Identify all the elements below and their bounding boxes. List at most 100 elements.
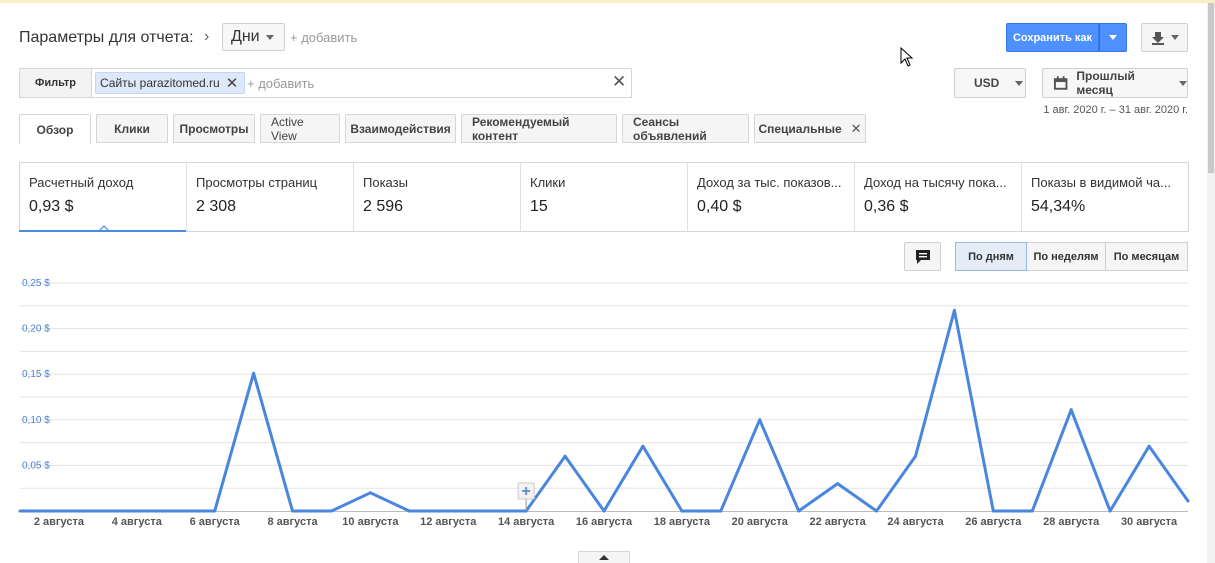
tab-active-view[interactable]: Active View bbox=[260, 114, 340, 143]
data-point[interactable] bbox=[291, 509, 295, 513]
tab-recommended-content[interactable]: Рекомендуемый контент bbox=[461, 114, 617, 143]
comment-icon bbox=[915, 249, 930, 264]
date-range-select[interactable]: Прошлый месяц bbox=[1042, 68, 1188, 98]
currency-select[interactable]: USD bbox=[954, 68, 1026, 98]
data-point[interactable] bbox=[952, 308, 956, 312]
collapse-chart-button[interactable] bbox=[578, 551, 630, 563]
annotations-button[interactable] bbox=[904, 242, 941, 271]
scrollbar-thumb[interactable] bbox=[1208, 3, 1214, 173]
granularity-week-button[interactable]: По неделям bbox=[1026, 242, 1106, 271]
filter-bar: Фильтр Сайты parazitomed.ru ✕ + добавить… bbox=[19, 68, 632, 98]
data-point[interactable] bbox=[485, 509, 489, 513]
metric-impressions[interactable]: Показы 2 596 bbox=[354, 163, 521, 231]
metrics-scorecard: Расчетный доход 0,93 $ Просмотры страниц… bbox=[19, 162, 1189, 232]
metric-label: Доход на тысячу пока... bbox=[864, 175, 1007, 190]
x-tick-label: 24 августа bbox=[887, 516, 944, 528]
close-icon[interactable]: ✕ bbox=[851, 121, 862, 137]
report-params-title: Параметры для отчета: bbox=[19, 29, 194, 46]
tab-interactions[interactable]: Взаимодействия bbox=[345, 114, 456, 143]
data-point[interactable] bbox=[1030, 509, 1034, 513]
data-point[interactable] bbox=[368, 491, 372, 495]
download-icon bbox=[1151, 31, 1164, 45]
dimension-select[interactable]: Дни bbox=[222, 23, 285, 51]
close-icon[interactable]: ✕ bbox=[226, 76, 239, 91]
metric-value: 54,34% bbox=[1031, 198, 1086, 215]
clear-filter-icon[interactable]: ✕ bbox=[612, 73, 626, 90]
data-point[interactable] bbox=[602, 509, 606, 513]
data-point[interactable] bbox=[913, 454, 917, 458]
metric-value: 2 308 bbox=[196, 198, 237, 215]
metric-label: Расчетный доход bbox=[29, 175, 134, 190]
data-point[interactable] bbox=[1108, 509, 1112, 513]
granularity-month-button[interactable]: По месяцам bbox=[1105, 242, 1188, 271]
report-tabs: Обзор Клики Просмотры Active View Взаимо… bbox=[19, 114, 871, 145]
x-tick-label: 30 августа bbox=[1121, 516, 1178, 528]
metric-label: Показы в видимой ча... bbox=[1031, 175, 1171, 190]
data-point[interactable] bbox=[719, 509, 723, 513]
data-point[interactable] bbox=[991, 509, 995, 513]
date-range-value: Прошлый месяц bbox=[1076, 69, 1135, 97]
y-tick-label: 0,15 $ bbox=[22, 369, 50, 380]
metric-impression-rpm[interactable]: Доход за тыс. показов... 0,40 $ bbox=[688, 163, 855, 231]
top-accent-line bbox=[0, 0, 1215, 3]
tab-label: Взаимодействия bbox=[350, 121, 451, 136]
tab-label: Просмотры bbox=[179, 121, 249, 136]
data-point[interactable] bbox=[96, 509, 100, 513]
data-point[interactable] bbox=[680, 509, 684, 513]
x-tick-label: 4 августа bbox=[112, 516, 163, 528]
metric-estimated-earnings[interactable]: Расчетный доход 0,93 $ bbox=[19, 163, 187, 232]
data-point[interactable] bbox=[407, 509, 411, 513]
save-as-button[interactable]: Сохранить как bbox=[1006, 23, 1099, 52]
x-tick-label: 2 августа bbox=[34, 516, 85, 528]
filter-chip-label: Сайты parazitomed.ru bbox=[100, 76, 220, 90]
download-button[interactable] bbox=[1141, 23, 1188, 52]
data-point[interactable] bbox=[797, 509, 801, 513]
granularity-day-button[interactable]: По дням bbox=[955, 242, 1027, 271]
metric-page-rpm[interactable]: Доход на тысячу пока... 0,36 $ bbox=[855, 163, 1022, 231]
caret-down-icon bbox=[265, 34, 274, 40]
save-as-dropdown-button[interactable] bbox=[1099, 23, 1127, 52]
metric-clicks[interactable]: Клики 15 bbox=[521, 163, 688, 231]
tab-custom[interactable]: Специальные ✕ bbox=[754, 114, 866, 143]
data-point[interactable] bbox=[174, 509, 178, 513]
currency-value: USD bbox=[974, 76, 1000, 90]
data-point[interactable] bbox=[875, 509, 879, 513]
data-point[interactable] bbox=[563, 454, 567, 458]
data-point[interactable] bbox=[213, 509, 217, 513]
tab-ad-sessions[interactable]: Сеансы объявлений bbox=[622, 114, 749, 143]
metric-value: 0,40 $ bbox=[697, 198, 742, 215]
data-point[interactable] bbox=[1186, 499, 1190, 503]
dimension-value: Дни bbox=[231, 28, 260, 45]
metric-viewability[interactable]: Показы в видимой ча... 54,34% bbox=[1022, 163, 1188, 231]
data-point[interactable] bbox=[758, 418, 762, 422]
tab-views[interactable]: Просмотры bbox=[173, 114, 255, 143]
data-point[interactable] bbox=[135, 509, 139, 513]
data-point[interactable] bbox=[446, 509, 450, 513]
data-point[interactable] bbox=[641, 444, 645, 448]
tab-clicks[interactable]: Клики bbox=[96, 114, 168, 143]
data-point[interactable] bbox=[1069, 408, 1073, 412]
tab-label: Active View bbox=[271, 114, 304, 143]
granularity-toggle: По дням По неделям По месяцам bbox=[955, 242, 1188, 271]
filter-chip-site[interactable]: Сайты parazitomed.ru ✕ bbox=[95, 72, 246, 94]
x-tick-label: 16 августа bbox=[576, 516, 633, 528]
data-point[interactable] bbox=[836, 482, 840, 486]
data-point[interactable] bbox=[329, 509, 333, 513]
data-point[interactable] bbox=[1147, 444, 1151, 448]
metric-page-views[interactable]: Просмотры страниц 2 308 bbox=[187, 163, 354, 231]
caret-down-icon bbox=[1109, 35, 1117, 40]
revenue-line-chart: 0,05 $ 0,10 $ 0,15 $ 0,20 $ 0,25 $ 2 августа 4… bbox=[18, 278, 1190, 528]
filter-chip-prefix: Сайты bbox=[100, 76, 137, 90]
data-point[interactable] bbox=[18, 509, 22, 513]
filter-button[interactable]: Фильтр bbox=[20, 69, 92, 97]
data-point[interactable] bbox=[252, 371, 256, 375]
metric-label: Клики bbox=[530, 175, 566, 190]
filter-add-input[interactable]: + добавить bbox=[247, 76, 314, 91]
metric-value: 2 596 bbox=[363, 198, 404, 215]
tab-overview[interactable]: Обзор bbox=[19, 114, 91, 145]
add-annotation-icon[interactable] bbox=[517, 482, 535, 500]
data-point[interactable] bbox=[57, 509, 61, 513]
caret-up-icon bbox=[599, 555, 609, 560]
add-dimension-link[interactable]: + добавить bbox=[290, 30, 357, 45]
page-scrollbar[interactable] bbox=[1207, 3, 1215, 563]
